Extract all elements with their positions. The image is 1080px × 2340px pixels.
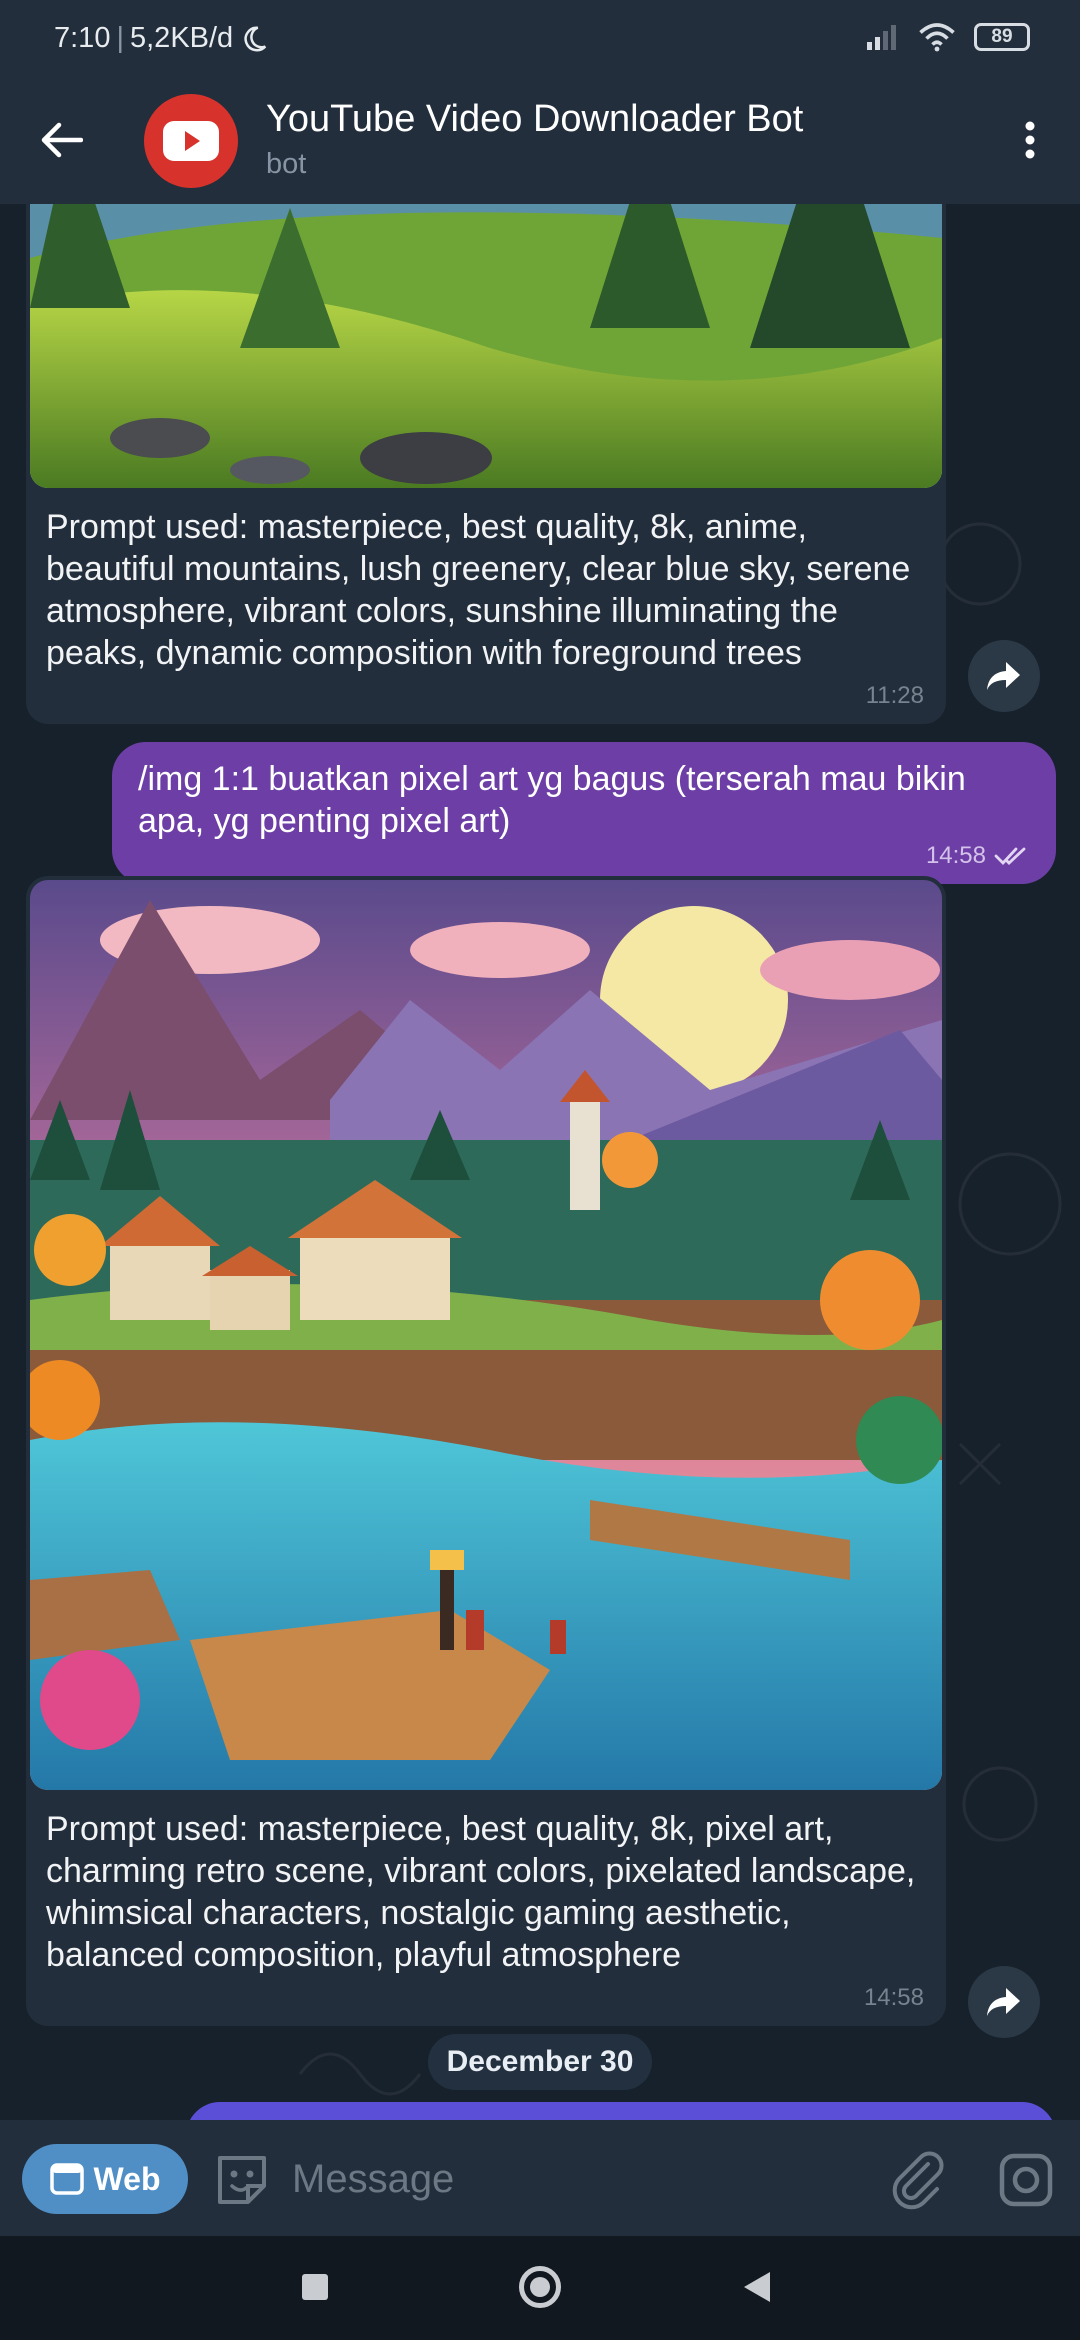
battery-indicator: 89 — [974, 23, 1030, 51]
back-button[interactable] — [30, 108, 94, 172]
back-arrow-icon — [41, 122, 83, 158]
moon-icon — [244, 25, 267, 51]
paperclip-icon — [892, 2151, 944, 2210]
forward-button[interactable] — [968, 1966, 1040, 2038]
system-back-button[interactable] — [744, 2272, 770, 2302]
sticker-button[interactable] — [212, 2150, 272, 2210]
more-vert-icon — [1025, 121, 1035, 159]
chat-title[interactable]: YouTube Video Downloader Bot — [266, 98, 803, 141]
web-app-button[interactable]: Web — [22, 2144, 188, 2214]
attach-button[interactable] — [888, 2150, 948, 2210]
outgoing-message-partial[interactable] — [186, 2102, 1056, 2120]
outgoing-message[interactable]: /img 1:1 buatkan pixel art yg bagus (ter… — [112, 742, 1056, 884]
more-options-button[interactable] — [1000, 108, 1060, 172]
message-caption: Prompt used: masterpiece, best quality, … — [46, 1810, 916, 1974]
web-window-icon — [49, 2163, 84, 2195]
system-navigation-bar — [0, 2236, 1080, 2340]
date-separator: December 30 — [428, 2034, 652, 2090]
message-input-bar: Web — [0, 2120, 1080, 2236]
message-time: 11:28 — [865, 682, 924, 709]
youtube-play-icon — [163, 121, 219, 161]
camera-button[interactable] — [996, 2150, 1056, 2210]
message-caption: Prompt used: masterpiece, best quality, … — [46, 508, 911, 672]
chat-header: YouTube Video Downloader Bot bot — [0, 82, 1080, 204]
chat-area[interactable]: Prompt used: masterpiece, best quality, … — [0, 204, 1080, 2120]
photo-anime-landscape[interactable] — [30, 204, 942, 488]
status-bar: 7:10 | 5,2KB/d 89 — [0, 0, 1080, 82]
message-time: 14:58 — [863, 1984, 924, 2011]
chat-subtitle: bot — [266, 148, 307, 180]
photo-pixel-art[interactable] — [30, 880, 942, 1790]
status-network-speed: 5,2KB/d — [130, 22, 234, 54]
status-time: 7:10 — [54, 22, 111, 54]
share-icon — [987, 662, 1020, 690]
web-app-label: Web — [93, 2160, 161, 2197]
recent-apps-button[interactable] — [302, 2274, 328, 2300]
camera-icon — [999, 2153, 1053, 2207]
double-check-icon — [994, 847, 1026, 866]
forward-button[interactable] — [968, 640, 1040, 712]
signal-icon — [867, 25, 896, 50]
wifi-icon — [919, 23, 955, 52]
outgoing-message-text: /img 1:1 buatkan pixel art yg bagus (ter… — [138, 760, 966, 840]
message-input[interactable] — [292, 2148, 852, 2210]
outgoing-message-time: 14:58 — [925, 842, 986, 869]
home-button[interactable] — [519, 2266, 561, 2308]
status-left: 7:10 | 5,2KB/d — [54, 22, 269, 55]
incoming-photo-message[interactable]: Prompt used: masterpiece, best quality, … — [26, 204, 946, 724]
status-right: 89 — [866, 22, 1030, 52]
incoming-photo-message[interactable]: Prompt used: masterpiece, best quality, … — [26, 876, 946, 2026]
sticker-icon — [218, 2156, 266, 2204]
share-icon — [987, 1988, 1020, 2016]
bot-avatar[interactable] — [144, 94, 238, 188]
